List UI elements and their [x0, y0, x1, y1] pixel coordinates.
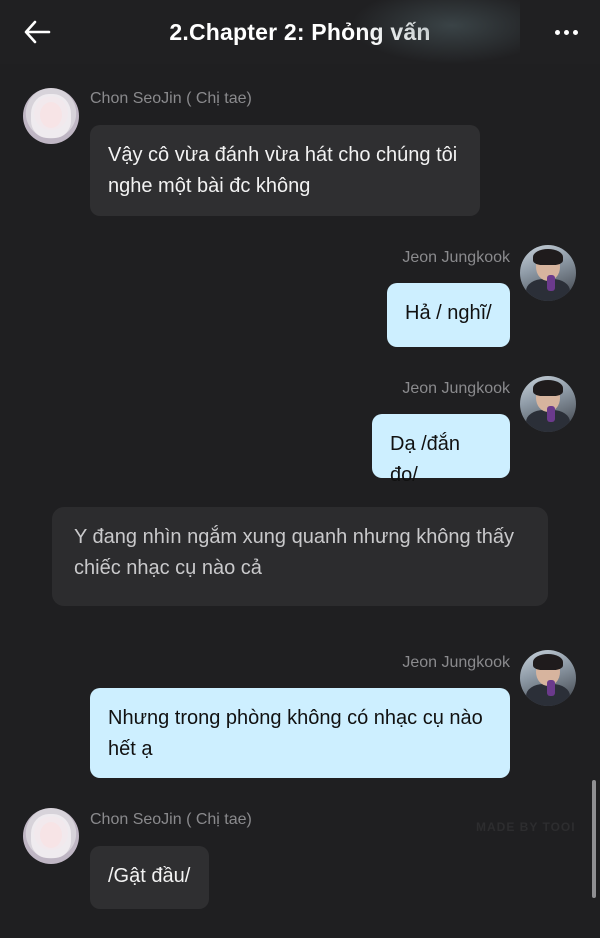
avatar-jungkook[interactable] — [520, 376, 576, 432]
avatar-hair — [533, 380, 563, 396]
speaker-name: Chon SeoJin ( Chị tae) — [90, 811, 252, 828]
narration-bubble: Y đang nhìn ngắm xung quanh nhưng không … — [52, 507, 548, 606]
message-bubble-right: Nhưng trong phòng không có nhạc cụ nào h… — [90, 688, 510, 778]
speaker-name: Chon SeoJin ( Chị tae) — [90, 90, 252, 107]
microphone-icon — [547, 275, 555, 291]
back-button[interactable] — [18, 14, 56, 50]
speaker-name: Jeon Jungkook — [402, 380, 510, 397]
microphone-icon — [547, 406, 555, 422]
avatar-face — [40, 102, 62, 128]
watermark: MADE BY TOOI — [476, 820, 576, 834]
back-arrow-icon — [24, 20, 51, 44]
message-bubble-left: Vậy cô vừa đánh vừa hát cho chúng tôi ng… — [90, 125, 480, 216]
message-bubble-right: Dạ /đắn đo/ — [372, 414, 510, 486]
message-bubble-left: /Gật đầu/ — [90, 846, 209, 909]
message-bubble-right: Hả / nghĩ/ — [387, 283, 510, 347]
more-dot — [572, 29, 578, 35]
speaker-name: Jeon Jungkook — [402, 654, 510, 671]
microphone-icon — [547, 680, 555, 696]
avatar-hair — [533, 249, 563, 265]
avatar-seojin[interactable] — [23, 88, 79, 144]
avatar-hair — [533, 654, 563, 670]
avatar-face — [40, 822, 62, 848]
more-options-button[interactable] — [548, 18, 584, 46]
speaker-name: Jeon Jungkook — [402, 249, 510, 266]
avatar-jungkook[interactable] — [520, 245, 576, 301]
chat-header: 2.Chapter 2: Phỏng vấn — [0, 0, 600, 64]
header-glow — [350, 0, 520, 64]
avatar-jungkook[interactable] — [520, 650, 576, 706]
scrollbar[interactable] — [592, 780, 596, 898]
more-dots-icon — [554, 29, 560, 35]
avatar-seojin[interactable] — [23, 808, 79, 864]
more-dot — [563, 29, 569, 35]
